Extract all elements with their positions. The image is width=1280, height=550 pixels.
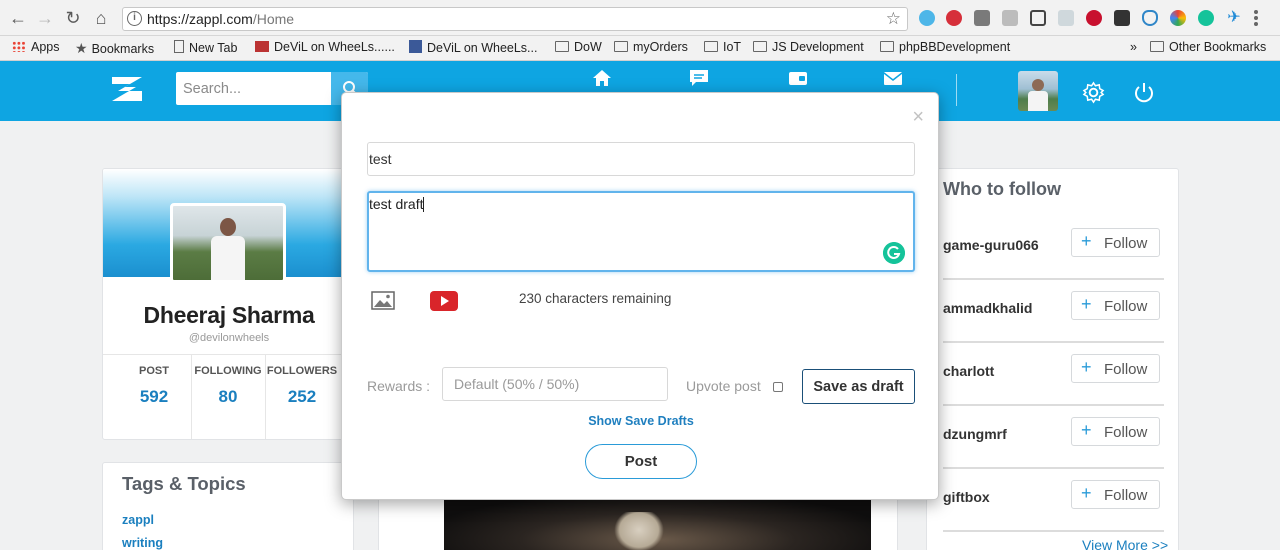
post-button[interactable]: Post	[585, 444, 697, 479]
rewards-input[interactable]	[442, 367, 668, 401]
show-drafts-link[interactable]: Show Save Drafts	[342, 414, 940, 428]
save-draft-button[interactable]: Save as draft	[802, 369, 915, 404]
upvote-label: Upvote post	[686, 378, 761, 394]
close-icon[interactable]: ×	[912, 107, 924, 127]
post-title-input[interactable]	[367, 142, 915, 176]
upvote-checkbox[interactable]	[773, 382, 783, 392]
grammarly-icon[interactable]	[883, 242, 905, 264]
youtube-icon[interactable]	[430, 291, 458, 311]
rewards-label: Rewards :	[367, 378, 431, 394]
add-image-icon[interactable]	[371, 291, 395, 310]
post-body-textarea[interactable]: test draft	[367, 191, 915, 272]
text-cursor	[423, 197, 425, 212]
create-post-modal: × test draft 230 characters remaining Re…	[341, 92, 939, 500]
characters-remaining: 230 characters remaining	[519, 291, 672, 306]
